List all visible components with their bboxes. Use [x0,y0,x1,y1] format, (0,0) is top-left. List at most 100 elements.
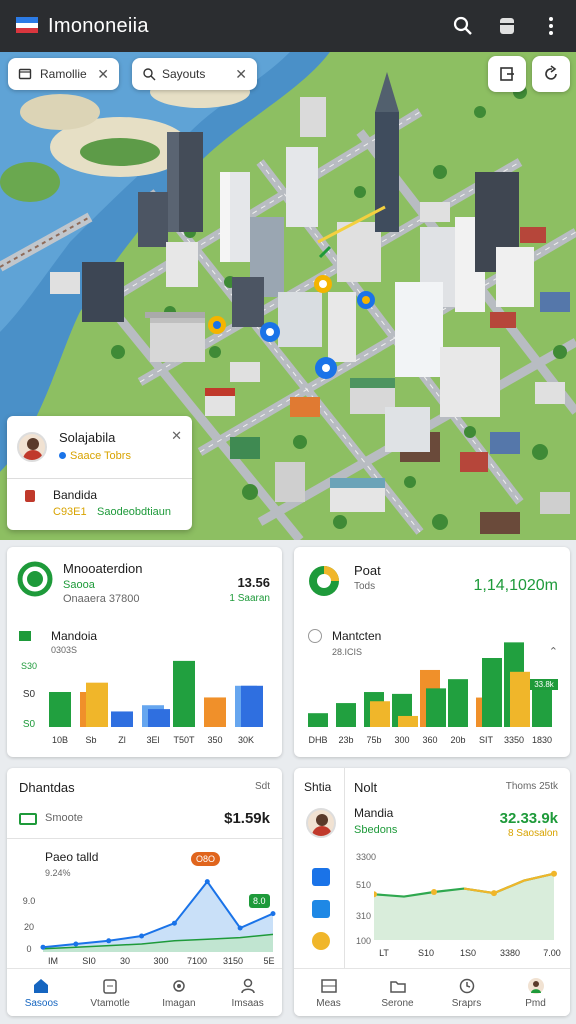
filter-chip-sayouts[interactable]: Sayouts ✕ [132,58,257,90]
data-point [73,941,79,947]
x-tick-label: 3380 [500,948,520,958]
data-point [270,911,276,917]
x-tick-label: 5E [263,956,274,966]
card-value: 1,14,1020m [473,577,558,594]
nav-item-sraprs[interactable]: Sraprs [432,969,501,1016]
chart-bar [482,658,502,727]
bar-chart-mantcten: DHB 23b 75b 300 360 20b SIT 3350 1830 33.8k [308,642,558,745]
chart-bar [173,660,195,727]
chip-label: Sayouts [162,67,206,81]
nav-item-serone[interactable]: Serone [363,969,432,1016]
popup-name: Solajabila [59,430,116,445]
x-tick-label: 20b [450,735,465,745]
bottom-nav-left: Sasoos Vtamotle Imagan Imsaas [7,968,282,1016]
card-poat[interactable]: Poat Tods 1,14,1020m Mantcten 28.ICIS ⌃ … [294,547,570,757]
chip-close-icon[interactable]: ✕ [235,66,247,83]
filter-chip-ramollie[interactable]: Ramollie ✕ [8,58,119,90]
nav-item-imagan[interactable]: Imagan [145,969,214,1016]
nav-label: Sasoos [24,997,59,1009]
nav-item-vtamotle[interactable]: Vtamotle [76,969,145,1016]
folder-icon [389,980,406,993]
refresh-icon [545,65,557,80]
x-tick-label: T50T [173,735,195,745]
search-icon[interactable] [452,15,474,37]
popup-subtitle: Saace Tobrs [59,450,131,462]
app-bar: Imononeiia [0,0,576,52]
data-point [237,925,243,931]
x-tick-label: SIT [479,735,494,745]
card-value: 32.33.9k [499,810,558,827]
card-sub2: Onaaera 37800 [63,593,140,605]
side-label: Shtia [304,780,332,794]
chart-bar [308,713,328,727]
divider [7,478,192,479]
x-tick-label: IM [48,956,58,966]
x-tick-label: DHB [308,735,327,745]
nav-item-sasoos[interactable]: Sasoos [7,969,76,1016]
x-tick-label: Sb [85,735,96,745]
chart-bar [148,709,170,727]
status-dot-icon [59,452,66,459]
card-nolt[interactable]: Shtia Nolt Thoms 25tk Mandia Sbedons 32.… [294,768,570,1016]
x-tick-label: 7100 [187,956,207,966]
document-icon [25,490,35,502]
bar-chart-icon [19,631,31,641]
divider [7,838,282,839]
refresh-button[interactable] [532,56,570,92]
y-tick-label: S30 [21,661,37,671]
card-mnooaterdion[interactable]: Mnooaterdion Saooa Onaaera 37800 13.56 1… [7,547,282,757]
x-tick-label: 3150 [223,956,243,966]
app-logo-icon [16,17,38,33]
x-tick-label: 30K [238,735,254,745]
popup-item-desc: Saodeobdtiaun [97,506,172,518]
chart-bar [398,715,418,727]
share-icon[interactable] [312,900,330,918]
edit-icon[interactable] [312,868,330,886]
x-tick-label: 300 [153,956,168,966]
layers-icon [500,67,514,81]
nav-item-meas[interactable]: Meas [294,969,363,1016]
card-sub: Saooa [63,579,95,591]
layers-button[interactable] [488,56,526,92]
chart-bar [336,703,356,727]
y-tick: 310 [356,911,372,921]
y-tick: 510 [356,880,372,890]
row-label: Smoote [45,812,83,824]
card-value-sub: 8 Saosalon [507,828,558,839]
chart-bar [532,684,552,727]
grid-icon [320,978,337,993]
y-tick-label: S0 [23,719,36,730]
y-tick-label: 20 [24,922,34,932]
search-icon [143,68,156,81]
x-tick-label: 23b [338,735,353,745]
popup-close-icon[interactable]: ✕ [171,428,182,444]
x-tick-label: 350 [207,735,222,745]
bottom-nav-right: Meas Serone Sraprs Pmd [294,968,570,1016]
card-title: Mnooaterdion [63,561,143,576]
x-tick-label: 300 [394,735,409,745]
x-tick-label: LT [379,948,389,958]
card-title: Dhantdas [19,780,75,795]
badge: O8O [191,852,221,866]
x-tick-label: 1830 [532,735,552,745]
x-tick-label: 360 [422,735,437,745]
nav-label: Vtamotle [90,997,130,1009]
card-dhantdas[interactable]: Dhantdas Sdt Smoote $1.59k Paeo talld 9.… [7,768,282,1016]
x-tick-label: 3El [146,735,159,745]
nav-item-imsaas[interactable]: Imsaas [213,969,282,1016]
card-corner: Sdt [254,781,270,792]
database-icon[interactable] [496,15,518,37]
avatar [17,432,47,462]
x-tick-label: S10 [418,948,434,958]
x-tick-label: 10B [52,735,68,745]
data-point [491,890,497,897]
gear-icon [173,979,185,992]
chip-close-icon[interactable]: ✕ [97,66,109,83]
more-vert-icon[interactable] [540,15,562,37]
area-chart-paeo: IM SI0 30 300 7100 3150 5E 0 20 9.0 [23,879,276,966]
data-point [106,938,112,944]
nav-item-pmd[interactable]: Pmd [501,969,570,1016]
x-tick-label: 1S0 [460,948,476,958]
settings-icon[interactable] [312,932,330,950]
row-value: $1.59k [224,810,270,827]
